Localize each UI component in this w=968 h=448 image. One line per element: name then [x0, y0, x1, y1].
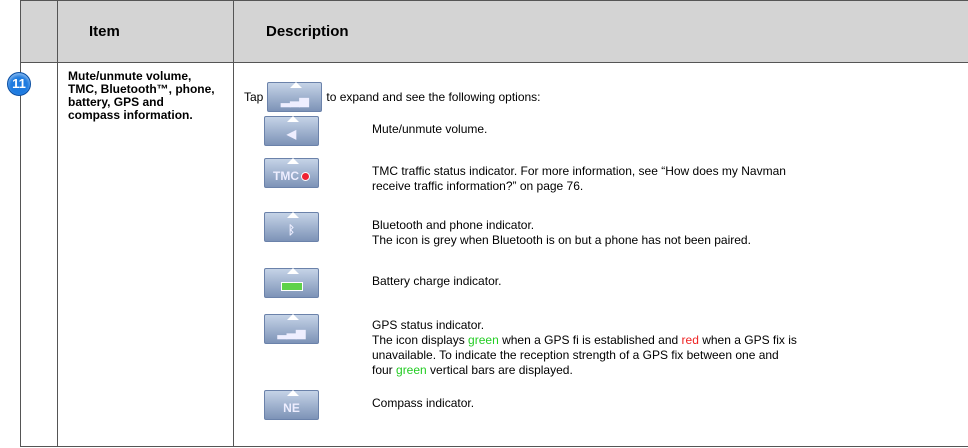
header-item: Item: [89, 23, 120, 40]
table-header: [21, 1, 968, 63]
expand-arrow-icon: [287, 268, 299, 274]
description-line: Bluetooth and phone indicator.: [372, 218, 535, 232]
text-run: vertical bars are displayed.: [426, 363, 573, 377]
mute-button[interactable]: ◀: [264, 116, 319, 146]
header-description: Description: [266, 23, 349, 40]
expand-arrow-icon: [287, 116, 299, 122]
description-line: GPS status indicator.: [372, 318, 485, 332]
gps-button[interactable]: ▂▃▅: [264, 314, 319, 344]
battery-icon: [265, 279, 318, 293]
description-line: The icon is grey when Bluetooth is on bu…: [372, 233, 751, 247]
description-line: Mute/unmute volume.: [372, 122, 488, 136]
description-line: unavailable. To indicate the reception s…: [372, 348, 779, 362]
battery-button[interactable]: [264, 268, 319, 298]
description-line: four green vertical bars are displayed.: [372, 363, 952, 378]
text-run: when a GPS fi is established and: [498, 333, 682, 347]
traffic-status-dot-icon: [301, 172, 310, 182]
tmc-icon: TMC: [265, 169, 318, 183]
expand-arrow-icon: [287, 158, 299, 164]
description-line: Battery charge indicator.: [372, 274, 502, 288]
green-word: green: [468, 333, 499, 347]
description-line: The icon displays green when a GPS fi is…: [372, 333, 952, 348]
battery-level-icon: [280, 282, 303, 292]
intro-tap-text: Tap: [244, 90, 264, 104]
tmc-icon-label: TMC: [273, 169, 299, 183]
expand-arrow-icon: [287, 212, 299, 218]
bluetooth-icon: ᛒ: [287, 223, 296, 237]
gps-icon: ▂▃▅: [277, 325, 306, 339]
gps-bars-icon: ▂▃▅: [281, 93, 309, 107]
compass-icon: NE: [283, 401, 300, 415]
description-line: TMC traffic status indicator. For more i…: [372, 164, 786, 178]
gps-description: GPS status indicator. The icon displays …: [372, 318, 952, 378]
column-divider: [233, 1, 234, 446]
column-divider: [57, 1, 58, 446]
text-run: four: [372, 363, 397, 377]
description-line: Compass indicator.: [372, 396, 475, 410]
bluetooth-description: Bluetooth and phone indicator. The icon …: [372, 218, 952, 248]
expand-arrow-icon: [287, 314, 299, 320]
tmc-button[interactable]: TMC: [264, 158, 319, 188]
text-run: when a GPS fix is: [698, 333, 797, 347]
status-expand-button[interactable]: ▂▃▅: [267, 82, 323, 112]
intro-line: Tap ▂▃▅ to expand and see the following …: [244, 82, 541, 112]
row-number-badge: 11: [7, 72, 31, 96]
green-word: green: [396, 363, 427, 377]
item-name: Mute/unmute volume, TMC, Bluetooth™, pho…: [68, 69, 215, 122]
red-word: red: [681, 333, 699, 347]
description-line: receive traffic information?” on page 76…: [372, 179, 584, 193]
tmc-description: TMC traffic status indicator. For more i…: [372, 164, 952, 194]
battery-description: Battery charge indicator.: [372, 274, 952, 289]
compass-button[interactable]: NE: [264, 390, 319, 420]
speaker-icon: ◀: [286, 127, 297, 141]
mute-description: Mute/unmute volume.: [372, 122, 952, 137]
intro-expand-text: to expand and see the following options:: [326, 90, 541, 104]
bluetooth-button[interactable]: ᛒ: [264, 212, 319, 242]
expand-arrow-icon: [290, 82, 303, 88]
text-run: The icon displays: [372, 333, 469, 347]
expand-arrow-icon: [287, 390, 299, 396]
compass-description: Compass indicator.: [372, 396, 952, 411]
